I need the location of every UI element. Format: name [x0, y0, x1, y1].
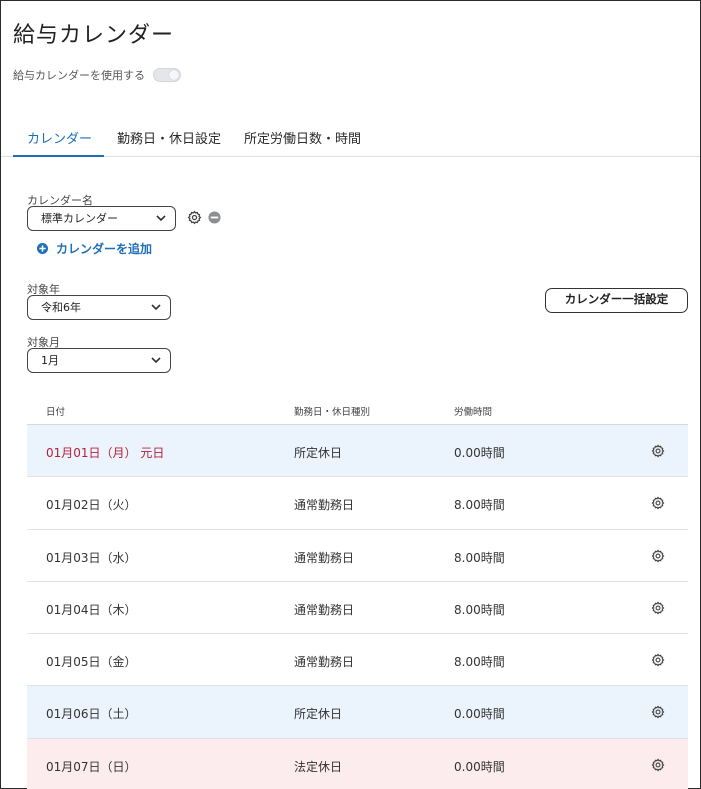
row-settings-gear-icon[interactable] — [651, 653, 665, 670]
calendar-name-value: 標準カレンダー — [41, 212, 118, 225]
row-settings-gear-icon[interactable] — [651, 496, 665, 513]
row-date: 01月06日（土） — [46, 707, 137, 722]
toggle-label: 給与カレンダーを使用する — [13, 69, 145, 82]
row-settings-gear-icon[interactable] — [651, 444, 665, 461]
row-work-hours: 8.00時間 — [454, 550, 505, 565]
remove-calendar-minus-icon[interactable] — [208, 211, 221, 224]
header-work-hours: 労働時間 — [454, 407, 493, 418]
header-day-type: 勤務日・休日種別 — [294, 407, 371, 418]
page-title: 給与カレンダー — [13, 23, 175, 48]
add-calendar-label: カレンダーを追加 — [56, 242, 153, 256]
row-day-type: 通常勤務日 — [294, 602, 355, 617]
calendar-table: 日付 勤務日・休日種別 労働時間 01月01日（月） 元日 所定休日 0.00時間 0… — [27, 397, 688, 789]
row-work-hours: 0.00時間 — [454, 707, 505, 722]
row-date: 01月04日（木） — [46, 602, 137, 617]
tab-bar: カレンダー 勤務日・休日設定 所定労働日数・時間 — [1, 123, 700, 157]
row-work-hours: 0.00時間 — [454, 446, 505, 460]
row-day-type: 法定休日 — [294, 759, 343, 774]
table-row: 01月05日（金） 通常勤務日 8.00時間 — [27, 634, 688, 687]
table-row: 01月03日（水） 通常勤務日 8.00時間 — [27, 530, 688, 582]
row-day-type: 所定休日 — [294, 446, 343, 460]
row-day-type: 通常勤務日 — [294, 498, 355, 513]
table-row: 01月04日（木） 通常勤務日 8.00時間 — [27, 582, 688, 635]
row-day-type: 通常勤務日 — [294, 550, 355, 565]
calendar-name-select[interactable]: 標準カレンダー — [27, 206, 176, 231]
use-calendar-toggle-row: 給与カレンダーを使用する — [13, 67, 181, 83]
row-date: 01月01日（月） 元日 — [46, 446, 165, 460]
row-day-type: 所定休日 — [294, 707, 343, 722]
target-month-value: 1月 — [41, 354, 59, 367]
table-row: 01月06日（土） 所定休日 0.00時間 — [27, 686, 688, 739]
plus-circle-icon — [37, 243, 48, 254]
target-year-value: 令和6年 — [41, 301, 81, 314]
row-work-hours: 8.00時間 — [454, 655, 505, 670]
table-row: 01月02日（火） 通常勤務日 8.00時間 — [27, 477, 688, 530]
toggle-knob — [169, 70, 179, 80]
row-settings-gear-icon[interactable] — [651, 601, 665, 618]
tab-prescribed-days-hours[interactable]: 所定労働日数・時間 — [244, 123, 361, 157]
row-date: 01月05日（金） — [46, 655, 137, 670]
chevron-down-icon — [151, 357, 161, 364]
row-date: 01月03日（水） — [46, 550, 137, 565]
table-row: 01月01日（月） 元日 所定休日 0.00時間 — [27, 425, 688, 478]
use-calendar-toggle[interactable] — [153, 68, 181, 82]
chevron-down-icon — [151, 304, 161, 311]
row-date: 01月07日（日） — [46, 759, 137, 774]
chevron-down-icon — [156, 215, 166, 222]
row-settings-gear-icon[interactable] — [651, 705, 665, 722]
add-calendar-link[interactable]: カレンダーを追加 — [37, 240, 152, 257]
target-month-select[interactable]: 1月 — [27, 348, 171, 373]
tab-workday-holiday-settings[interactable]: 勤務日・休日設定 — [117, 123, 221, 157]
table-row: 01月07日（日） 法定休日 0.00時間 — [27, 738, 688, 789]
table-header: 日付 勤務日・休日種別 労働時間 — [27, 397, 688, 425]
header-date: 日付 — [46, 407, 66, 418]
row-work-hours: 8.00時間 — [454, 602, 505, 617]
bulk-calendar-settings-button[interactable]: カレンダー一括設定 — [545, 288, 688, 313]
calendar-settings-gear-icon[interactable] — [187, 210, 202, 225]
row-work-hours: 0.00時間 — [454, 759, 505, 774]
target-year-select[interactable]: 令和6年 — [27, 295, 171, 320]
row-work-hours: 8.00時間 — [454, 498, 505, 513]
table-body: 01月01日（月） 元日 所定休日 0.00時間 01月02日（火） 通常勤務日 8.00… — [27, 425, 688, 789]
row-settings-gear-icon[interactable] — [651, 758, 665, 775]
row-date: 01月02日（火） — [46, 498, 137, 513]
row-day-type: 通常勤務日 — [294, 655, 355, 670]
row-settings-gear-icon[interactable] — [651, 549, 665, 566]
tab-calendar[interactable]: カレンダー — [13, 123, 104, 157]
